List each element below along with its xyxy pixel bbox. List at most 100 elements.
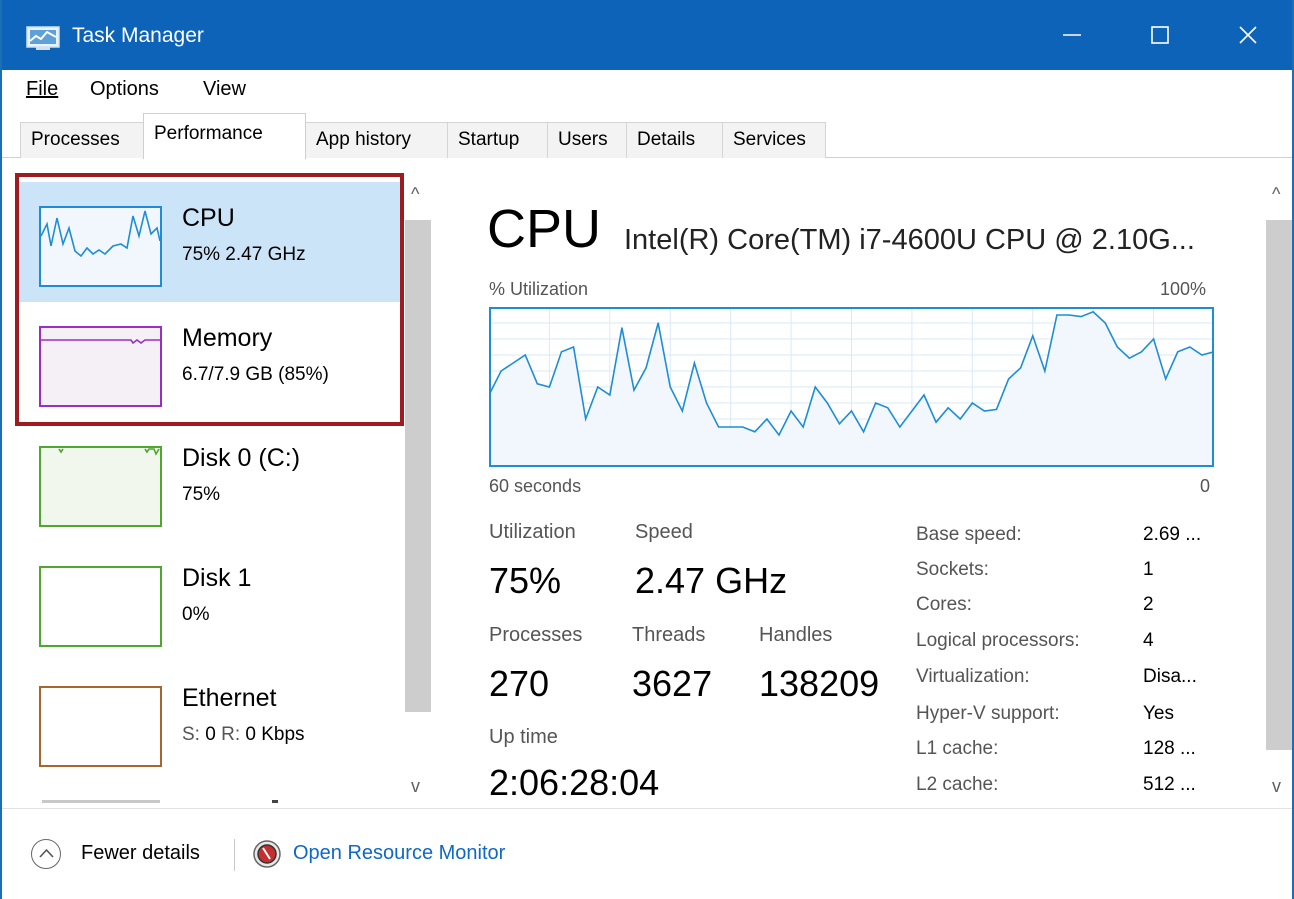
threads-label: Threads	[632, 624, 706, 646]
task-manager-window: Task Manager File Options View Processes…	[0, 0, 1294, 899]
cpu-data-point	[1177, 351, 1179, 353]
resource-summary: S: 0 R: 0 Kbps	[182, 724, 305, 746]
spec-value: 1	[1143, 559, 1154, 580]
disk-1-mini-graph	[39, 566, 162, 647]
maximize-icon	[1151, 26, 1169, 44]
cpu-model: Intel(R) Core(TM) i7-4600U CPU @ 2.10G..…	[624, 224, 1195, 256]
tab-details[interactable]: Details	[626, 122, 723, 158]
cpu-data-point	[657, 322, 659, 324]
spec-value: 2	[1143, 594, 1154, 615]
minimize-icon	[1063, 34, 1081, 36]
scroll-down-icon[interactable]: v	[1272, 776, 1281, 797]
resource-summary: 0%	[182, 604, 210, 625]
cpu-data-point	[1165, 378, 1167, 380]
cpu-data-point	[983, 410, 986, 412]
scroll-up-icon[interactable]: ^	[1272, 184, 1280, 205]
window-title: Task Manager	[72, 24, 204, 47]
cpu-data-point	[548, 386, 551, 388]
tab-services[interactable]: Services	[722, 122, 826, 158]
scroll-up-icon[interactable]: ^	[411, 184, 419, 205]
menu-options[interactable]: Options	[90, 78, 159, 101]
footer-divider	[234, 839, 235, 871]
cpu-data-point	[560, 351, 563, 353]
handles-label: Handles	[759, 624, 833, 646]
receive-value: 0 Kbps	[245, 724, 305, 745]
footer: Fewer details Open Resource Monitor	[2, 808, 1292, 899]
processes-value: 270	[489, 663, 550, 704]
cpu-data-point	[681, 410, 683, 412]
utilization-label: Utilization	[489, 521, 576, 543]
resource-list-scrollbar[interactable]: ^ v	[403, 180, 433, 808]
cpu-data-point	[693, 362, 696, 364]
cpu-data-point	[512, 362, 514, 364]
resource-name: Disk 0 (C:)	[182, 444, 301, 472]
open-resource-monitor-link[interactable]: Open Resource Monitor	[293, 842, 505, 865]
threads-value: 3627	[632, 663, 713, 704]
cpu-data-point	[1032, 335, 1034, 337]
cpu-data-point	[875, 402, 877, 404]
cpu-data-point	[524, 354, 526, 356]
resource-disk-0[interactable]: Disk 0 (C:) 75%	[15, 422, 405, 542]
cpu-data-point	[609, 394, 611, 396]
cpu-data-point	[621, 327, 623, 329]
resource-monitor-icon[interactable]	[252, 839, 282, 869]
fewer-details-button[interactable]	[31, 839, 61, 869]
resource-name: Memory	[182, 324, 273, 352]
scrollbar-thumb[interactable]	[405, 220, 431, 712]
memory-mini-graph	[39, 326, 162, 407]
close-button[interactable]	[1218, 10, 1278, 60]
cpu-data-point	[572, 346, 575, 348]
cpu-data-point	[585, 418, 587, 420]
cpu-data-point	[995, 408, 998, 410]
detail-title: CPU	[487, 199, 602, 259]
next-item-thumbnail-edge	[42, 800, 160, 803]
cpu-data-point	[899, 426, 901, 428]
resource-name: Ethernet	[182, 684, 277, 712]
resource-name: CPU	[182, 204, 235, 232]
resource-cpu[interactable]: CPU 75% 2.47 GHz	[15, 182, 405, 302]
menu-file[interactable]: File	[26, 78, 58, 101]
resource-disk-1[interactable]: Disk 1 0%	[15, 542, 405, 662]
fewer-details-link[interactable]: Fewer details	[81, 842, 200, 865]
detail-scrollbar[interactable]: ^ v	[1264, 180, 1294, 808]
ethernet-mini-graph	[39, 686, 162, 767]
tab-performance[interactable]: Performance	[143, 113, 306, 159]
title-bar[interactable]: Task Manager	[2, 0, 1292, 70]
resource-memory[interactable]: Memory 6.7/7.9 GB (85%)	[15, 302, 405, 422]
cpu-data-point	[1201, 354, 1203, 356]
close-icon	[1239, 26, 1257, 44]
scrollbar-thumb[interactable]	[1266, 220, 1292, 750]
send-value: 0	[205, 724, 216, 745]
scroll-down-icon[interactable]: v	[411, 776, 420, 797]
spec-label: Hyper-V support:	[916, 703, 1060, 724]
handles-value: 138209	[759, 663, 880, 704]
spec-label: Logical processors:	[916, 630, 1080, 651]
cpu-data-point	[947, 407, 949, 409]
chevron-up-icon	[38, 848, 54, 858]
tab-processes[interactable]: Processes	[20, 122, 144, 158]
menu-view[interactable]: View	[203, 78, 246, 101]
tab-app-history[interactable]: App history	[305, 122, 448, 158]
cpu-mini-graph	[39, 206, 162, 287]
tab-users[interactable]: Users	[547, 122, 627, 158]
resource-ethernet[interactable]: Ethernet S: 0 R: 0 Kbps	[15, 662, 405, 782]
disk-0-mini-graph	[39, 446, 162, 527]
minimize-button[interactable]	[1042, 10, 1102, 60]
cpu-data-point	[778, 434, 780, 436]
maximize-button[interactable]	[1130, 10, 1190, 60]
spec-label: L1 cache:	[916, 738, 999, 759]
utilization-value: 75%	[489, 560, 562, 601]
spec-value: 128 ...	[1143, 738, 1196, 759]
tab-startup[interactable]: Startup	[447, 122, 548, 158]
cpu-data-point	[669, 386, 671, 388]
cpu-data-point	[1152, 338, 1155, 340]
cpu-data-point	[1104, 322, 1106, 324]
spec-value: 512 ...	[1143, 774, 1196, 795]
cpu-data-point	[838, 423, 841, 425]
cpu-data-point	[923, 394, 925, 396]
cpu-data-point	[1056, 314, 1058, 316]
spec-value: Yes	[1143, 703, 1174, 724]
graph-x-label: 60 seconds	[489, 476, 582, 496]
cpu-data-point	[911, 410, 913, 412]
cpu-data-point	[597, 386, 599, 388]
